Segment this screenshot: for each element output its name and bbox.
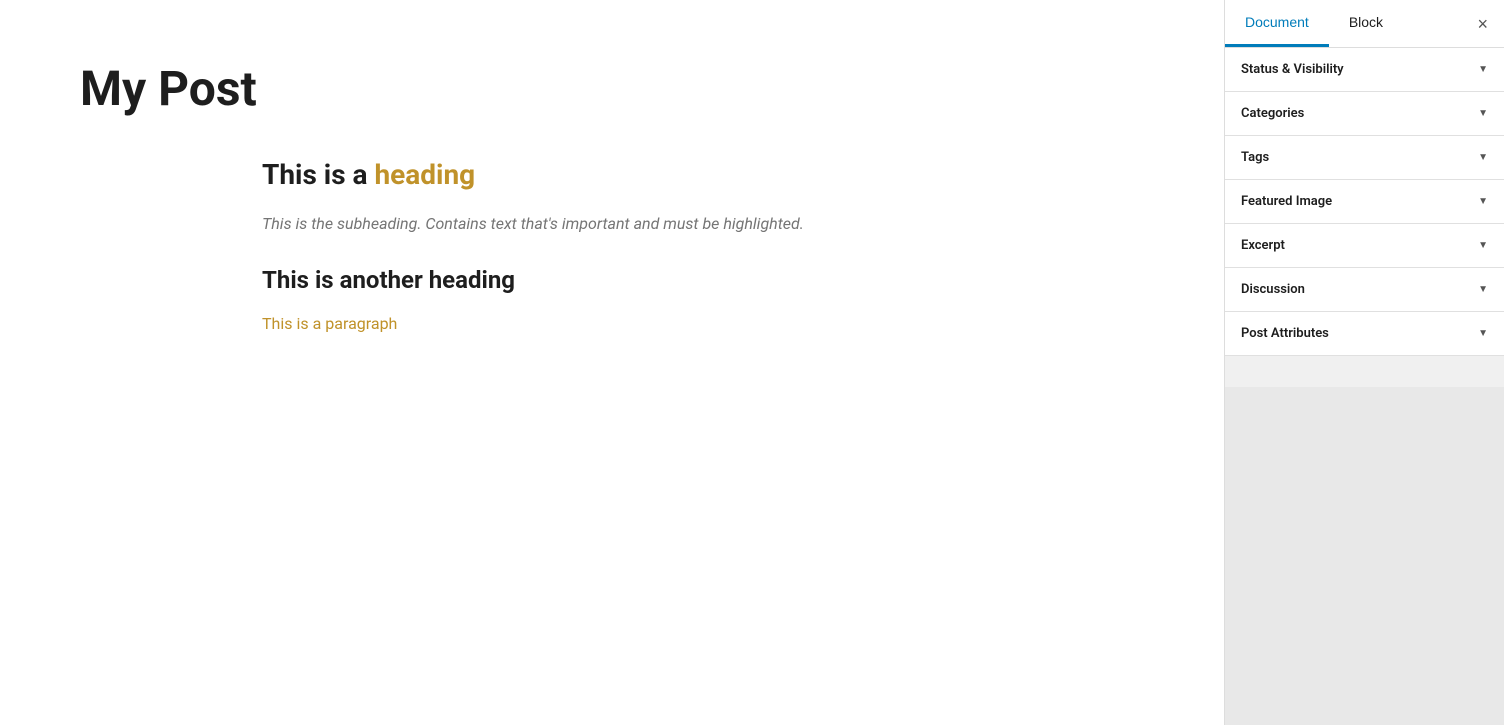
chevron-down-icon-discussion: ▼ [1478,284,1488,295]
chevron-down-icon-tags: ▼ [1478,152,1488,163]
tab-block[interactable]: Block [1329,0,1403,47]
heading-1-highlight: heading [374,158,475,191]
panel-label-featured-image: Featured Image [1241,194,1332,209]
close-button[interactable]: × [1473,11,1492,37]
heading-2: This is another heading [262,266,962,294]
chevron-down-icon-post-attributes: ▼ [1478,328,1488,339]
chevron-down-icon-status-visibility: ▼ [1478,64,1488,75]
panel-tags[interactable]: Tags ▼ [1225,136,1504,180]
tab-document[interactable]: Document [1225,0,1329,47]
heading-1-prefix: This is a [262,158,374,191]
editor-area: My Post This is a heading This is the su… [0,0,1224,725]
post-title[interactable]: My Post [80,60,1144,118]
sidebar-bottom-area [1225,387,1504,725]
panel-label-status-visibility: Status & Visibility [1241,62,1344,77]
sidebar: Document Block × Status & Visibility▼Cat… [1224,0,1504,725]
paragraph-link[interactable]: This is a paragraph [262,314,397,333]
chevron-down-icon-featured-image: ▼ [1478,196,1488,207]
sidebar-header: Document Block × [1225,0,1504,48]
post-content: This is a heading This is the subheading… [262,158,962,334]
panel-label-categories: Categories [1241,106,1304,121]
heading-1: This is a heading [262,158,962,191]
panel-status-visibility[interactable]: Status & Visibility ▼ [1225,48,1504,92]
panel-discussion[interactable]: Discussion ▼ [1225,268,1504,312]
sidebar-panels: Status & Visibility▼Categories▼Tags▼Feat… [1225,48,1504,387]
subheading-text: This is the subheading. Contains text th… [262,211,962,237]
panel-post-attributes[interactable]: Post Attributes ▼ [1225,312,1504,356]
chevron-down-icon-categories: ▼ [1478,108,1488,119]
panel-categories[interactable]: Categories ▼ [1225,92,1504,136]
panel-label-discussion: Discussion [1241,282,1305,297]
panel-featured-image[interactable]: Featured Image ▼ [1225,180,1504,224]
panel-excerpt[interactable]: Excerpt ▼ [1225,224,1504,268]
panel-label-tags: Tags [1241,150,1269,165]
panel-label-post-attributes: Post Attributes [1241,326,1329,341]
panel-label-excerpt: Excerpt [1241,238,1285,253]
chevron-down-icon-excerpt: ▼ [1478,240,1488,251]
